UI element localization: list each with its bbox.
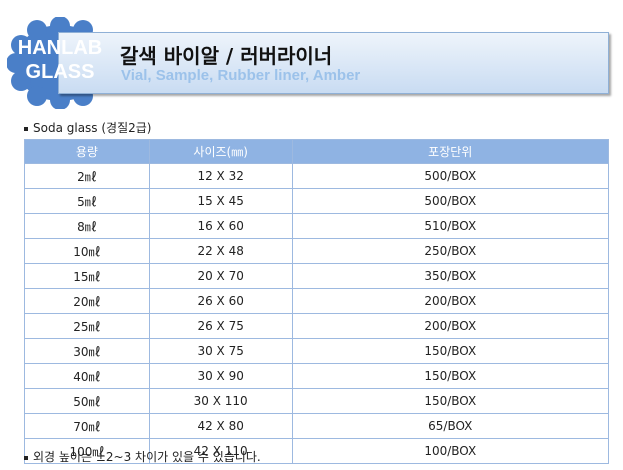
cell-capacity: 40㎖: [24, 363, 150, 389]
cell-packing: 100/BOX: [291, 438, 610, 464]
cell-packing: 150/BOX: [291, 338, 610, 364]
table-row: 5㎖ 15 X 45 500/BOX: [24, 188, 610, 214]
cell-packing: 500/BOX: [291, 163, 610, 189]
table-row: 15㎖ 20 X 70 350/BOX: [24, 263, 610, 289]
column-header-size: 사이즈(㎜): [148, 139, 293, 164]
cell-capacity: 8㎖: [24, 213, 150, 239]
table-row: 20㎖ 26 X 60 200/BOX: [24, 288, 610, 314]
brand-line-2: GLASS: [25, 61, 95, 83]
brand-line-1: HANLAB: [17, 37, 103, 59]
table-body: 2㎖ 12 X 32 500/BOX 5㎖ 15 X 45 500/BOX 8㎖ 16 X 6…: [24, 163, 610, 464]
table-row: 25㎖ 26 X 75 200/BOX: [24, 313, 610, 339]
cell-capacity: 5㎖: [24, 188, 150, 214]
cell-capacity: 25㎖: [24, 313, 150, 339]
cell-capacity: 10㎖: [24, 238, 150, 264]
page-title: 갈색 바이알 / 러버라이너: [120, 44, 333, 68]
cell-size: 15 X 45: [148, 188, 293, 214]
cell-size: 22 X 48: [148, 238, 293, 264]
cell-capacity: 50㎖: [24, 388, 150, 414]
cell-packing: 200/BOX: [291, 313, 610, 339]
table-header-row: 용량 사이즈(㎜) 포장단위: [24, 139, 610, 164]
cell-packing: 350/BOX: [291, 263, 610, 289]
cell-packing: 65/BOX: [291, 413, 610, 439]
column-header-packing: 포장단위: [291, 139, 610, 164]
cell-size: 42 X 80: [148, 413, 293, 439]
cell-capacity: 15㎖: [24, 263, 150, 289]
cell-size: 26 X 60: [148, 288, 293, 314]
table-row: 2㎖ 12 X 32 500/BOX: [24, 163, 610, 189]
table-row: 40㎖ 30 X 90 150/BOX: [24, 363, 610, 389]
cell-capacity: 70㎖: [24, 413, 150, 439]
cell-packing: 510/BOX: [291, 213, 610, 239]
table-row: 70㎖ 42 X 80 65/BOX: [24, 413, 610, 439]
cell-capacity: 2㎖: [24, 163, 150, 189]
table-row: 50㎖ 30 X 110 150/BOX: [24, 388, 610, 414]
cell-packing: 150/BOX: [291, 388, 610, 414]
cell-size: 12 X 32: [148, 163, 293, 189]
table-row: 30㎖ 30 X 75 150/BOX: [24, 338, 610, 364]
footnote-text: 외경 높이는 ±2~3 차이가 있을 수 있습니다.: [33, 450, 261, 464]
cell-size: 30 X 90: [148, 363, 293, 389]
bullet-icon: [24, 126, 28, 131]
cell-packing: 500/BOX: [291, 188, 610, 214]
bullet-icon: [24, 455, 28, 460]
cell-size: 20 X 70: [148, 263, 293, 289]
brand-logo-text: HANLAB GLASS: [7, 36, 113, 84]
cell-packing: 150/BOX: [291, 363, 610, 389]
material-note-text: Soda glass (경질2급): [33, 121, 152, 135]
table-row: 8㎖ 16 X 60 510/BOX: [24, 213, 610, 239]
cell-size: 16 X 60: [148, 213, 293, 239]
page-subtitle: Vial, Sample, Rubber liner, Amber: [121, 67, 361, 84]
footnote: 외경 높이는 ±2~3 차이가 있을 수 있습니다.: [24, 448, 261, 465]
cell-size: 26 X 75: [148, 313, 293, 339]
cell-packing: 200/BOX: [291, 288, 610, 314]
cell-capacity: 30㎖: [24, 338, 150, 364]
cell-capacity: 20㎖: [24, 288, 150, 314]
cell-packing: 250/BOX: [291, 238, 610, 264]
column-header-capacity: 용량: [24, 139, 150, 164]
material-note: Soda glass (경질2급): [24, 119, 152, 136]
table-row: 10㎖ 22 X 48 250/BOX: [24, 238, 610, 264]
cell-size: 30 X 75: [148, 338, 293, 364]
cell-size: 30 X 110: [148, 388, 293, 414]
product-table: 용량 사이즈(㎜) 포장단위 2㎖ 12 X 32 500/BOX 5㎖ 15 X 45…: [24, 139, 610, 464]
